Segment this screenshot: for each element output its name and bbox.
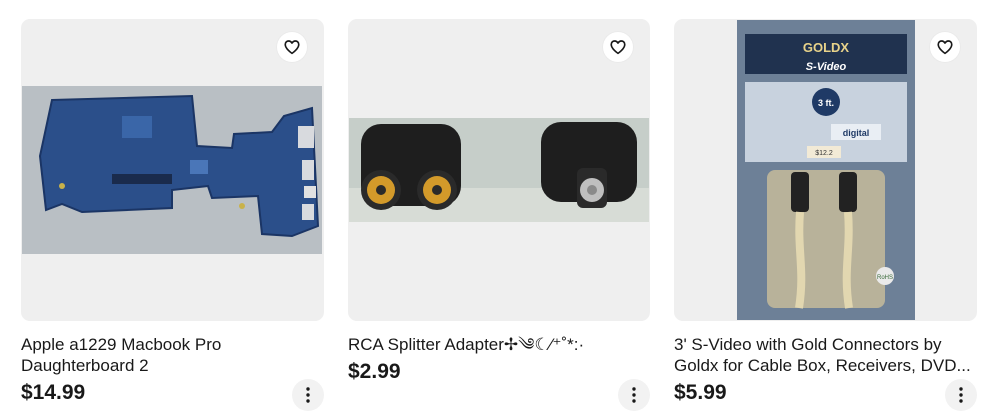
listing-title[interactable]: Apple a1229 Macbook Pro Daughterboard 2: [21, 334, 324, 376]
watch-button[interactable]: [277, 32, 307, 62]
kebab-menu-icon: [959, 387, 963, 403]
package-rohs: RoHS: [877, 275, 893, 281]
kebab-menu-icon: [632, 387, 636, 403]
rca-adapter-photo: [349, 118, 649, 222]
more-options-button[interactable]: [292, 379, 324, 411]
heart-icon: [284, 40, 300, 55]
listing-card[interactable]: RCA Splitter Adapter✢༄☾⁄⁺˚*:· $2.99: [348, 19, 650, 414]
listing-card[interactable]: Apple a1229 Macbook Pro Daughterboard 2 …: [21, 19, 324, 414]
watch-button[interactable]: [603, 32, 633, 62]
package-product: S-Video: [806, 61, 847, 73]
watch-button[interactable]: [930, 32, 960, 62]
heart-icon: [937, 40, 953, 55]
listing-image-area[interactable]: [21, 19, 324, 321]
package-sticker: $12.2: [815, 150, 833, 157]
listing-image-area[interactable]: [348, 19, 650, 321]
kebab-menu-icon: [306, 387, 310, 403]
logic-board-photo: [22, 86, 322, 254]
more-options-button[interactable]: [618, 379, 650, 411]
listing-price: $5.99: [674, 381, 727, 404]
listing-image-area[interactable]: GOLDX S-Video 3 ft. digital $12.2 RoHS: [674, 19, 977, 321]
package-badge: digital: [843, 128, 870, 138]
package-length: 3 ft.: [818, 98, 834, 108]
listing-card[interactable]: GOLDX S-Video 3 ft. digital $12.2 RoHS 3…: [674, 19, 977, 414]
listing-price: $14.99: [21, 381, 86, 404]
listing-title[interactable]: RCA Splitter Adapter✢༄☾⁄⁺˚*:·: [348, 334, 650, 355]
more-options-button[interactable]: [945, 379, 977, 411]
listing-title[interactable]: 3' S-Video with Gold Connectors by Goldx…: [674, 334, 977, 376]
heart-icon: [610, 40, 626, 55]
svideo-cable-package-photo: GOLDX S-Video 3 ft. digital $12.2 RoHS: [737, 20, 915, 320]
package-brand: GOLDX: [803, 40, 850, 55]
listing-price: $2.99: [348, 360, 401, 383]
